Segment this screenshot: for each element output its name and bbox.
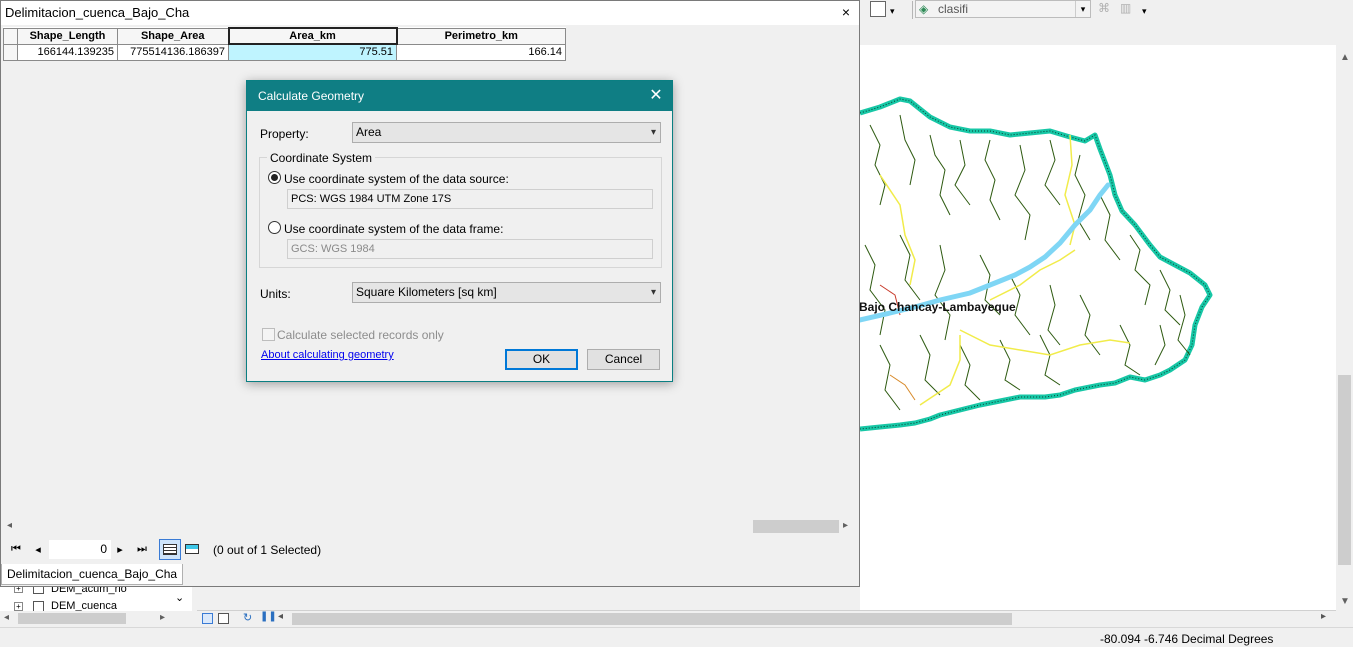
help-link[interactable]: About calculating geometry [261,349,394,361]
swipe-icon[interactable]: ⌘ [1098,1,1114,17]
map-view-bar: ↻ ❚❚ ◂ ▸ [197,610,1336,627]
selected-only-checkbox[interactable] [262,328,275,341]
record-number-input[interactable]: 0 [49,540,111,559]
table-of-contents: + DEM_acum_rio + DEM_cuenca ⌄ ◂ ▸ [0,586,192,626]
show-all-records-icon[interactable] [159,539,181,560]
units-label: Units: [260,287,291,301]
table-tab[interactable]: Delimitacion_cuenca_Bajo_Cha [1,564,184,585]
scrollbar-thumb[interactable] [18,613,126,624]
scroll-left-icon[interactable]: ◂ [278,611,283,622]
yellow-rivers [879,134,1131,406]
use-source-label[interactable]: Use coordinate system of the data source… [284,172,509,186]
chevron-down-icon[interactable]: ▾ [651,123,656,142]
scroll-down-icon[interactable]: ▼ [1340,597,1350,607]
toc-item-label[interactable]: DEM_acum_rio [51,587,127,595]
close-icon[interactable]: ✕ [646,86,666,106]
table-cell[interactable]: 166.14 [396,43,566,61]
data-view-icon[interactable] [202,613,213,624]
units-select-value: Square Kilometers [sq km] [356,285,497,299]
use-frame-radio[interactable] [268,221,281,234]
layer-checkbox[interactable] [33,587,44,594]
column-header[interactable]: Perimetro_km [396,27,566,45]
cursor-coordinates: -80.094 -6.746 Decimal Degrees [1100,632,1274,646]
chevron-down-icon[interactable]: ⌄ [175,591,184,604]
table-title-bar[interactable]: Delimitacion_cuenca_Bajo_Cha × [1,1,859,25]
last-record-icon[interactable]: ⏭ [135,543,149,556]
map-vertical-scrollbar[interactable]: ▲ ▼ [1336,45,1353,610]
pause-icon[interactable]: ❚❚ [260,611,277,622]
expand-icon[interactable]: + [14,587,23,593]
table-header-row: Shape_Length Shape_Area Area_km Perimetr… [3,27,566,45]
scroll-up-icon[interactable]: ▲ [1340,53,1350,63]
dropdown-arrow-icon[interactable]: ▾ [890,6,895,17]
expand-icon[interactable]: + [14,602,23,611]
chevron-down-icon[interactable]: ▾ [651,283,656,302]
table-row[interactable]: 166144.139235 775514136.186397 775.51 16… [3,43,566,61]
row-selector[interactable] [3,43,18,61]
coordinate-system-caption: Coordinate System [267,151,376,165]
scroll-left-icon[interactable]: ◂ [7,521,12,531]
table-title: Delimitacion_cuenca_Bajo_Cha [5,5,190,20]
table-navigation-bar: ⏮ ◂ 0 ▸ ⏭ (0 out of 1 Selected) [3,538,857,562]
histogram-icon[interactable]: ▥ [1120,1,1136,17]
property-select-value: Area [356,125,382,139]
table-horizontal-scrollbar[interactable]: ◂ ▸ [3,518,857,535]
column-header[interactable]: Area_km [227,27,398,45]
table-cell[interactable]: 166144.139235 [17,43,118,61]
toolbar-separator [912,1,913,19]
use-source-radio[interactable] [268,171,281,184]
scrollbar-thumb[interactable] [292,613,1012,625]
selected-only-label: Calculate selected records only [277,328,444,342]
watershed-map: Bajo Chancay-Lambayeque [860,96,1213,432]
attribute-grid[interactable]: Shape_Length Shape_Area Area_km Perimetr… [3,27,566,61]
dropdown-arrow-icon[interactable]: ▾ [1142,6,1147,17]
scroll-right-icon[interactable]: ▸ [843,521,848,531]
scroll-right-icon[interactable]: ▸ [1321,611,1326,622]
table-cell[interactable]: 775514136.186397 [117,43,229,61]
scrollbar-thumb[interactable] [1338,375,1351,565]
property-label: Property: [260,127,309,141]
scrollbar-thumb[interactable] [753,520,839,533]
frame-coordinate-system: GCS: WGS 1984 [287,239,653,259]
map-canvas[interactable]: Bajo Chancay-Lambayeque [860,45,1336,610]
layer-combo[interactable]: ◈ clasifi ▾ [915,0,1091,18]
dialog-title: Calculate Geometry [258,89,365,103]
toc-hscrollbar[interactable]: ◂ ▸ [0,611,192,626]
layout-view-icon[interactable] [218,613,229,624]
next-record-icon[interactable]: ▸ [113,543,127,556]
map-toolbar: ▾ ◈ clasifi ▾ ⌘ ▥ ▾ [860,0,1353,45]
first-record-icon[interactable]: ⏮ [9,543,23,556]
zoom-to-layer-icon[interactable] [870,1,886,17]
row-selector-header[interactable] [3,27,18,45]
close-icon[interactable]: × [837,3,855,21]
units-select[interactable]: Square Kilometers [sq km] ▾ [352,282,661,303]
cancel-button[interactable]: Cancel [587,349,660,370]
ok-button[interactable]: OK [505,349,578,370]
layer-combo-value: clasifi [938,2,969,16]
layer-symbol-icon: ◈ [919,2,929,16]
use-frame-label[interactable]: Use coordinate system of the data frame: [284,222,503,236]
column-header[interactable]: Shape_Length [17,27,118,45]
status-bar: -80.094 -6.746 Decimal Degrees [0,627,1353,647]
calculate-geometry-dialog: Calculate Geometry ✕ Property: Area ▾ Co… [246,80,673,382]
refresh-icon[interactable]: ↻ [243,611,252,624]
previous-record-icon[interactable]: ◂ [31,543,45,556]
selection-status: (0 out of 1 Selected) [213,543,322,557]
source-coordinate-system: PCS: WGS 1984 UTM Zone 17S [287,189,653,209]
dialog-title-bar[interactable]: Calculate Geometry ✕ [247,81,672,111]
map-basin-label: Bajo Chancay-Lambayeque [860,300,1016,314]
scroll-left-icon[interactable]: ◂ [4,612,9,623]
orange-stream [889,374,916,401]
property-select[interactable]: Area ▾ [352,122,661,143]
column-header[interactable]: Shape_Area [117,27,229,45]
show-selected-records-icon[interactable] [183,541,201,558]
chevron-down-icon[interactable]: ▾ [1075,1,1090,17]
scroll-right-icon[interactable]: ▸ [160,612,165,623]
table-cell[interactable]: 775.51 [228,43,397,61]
